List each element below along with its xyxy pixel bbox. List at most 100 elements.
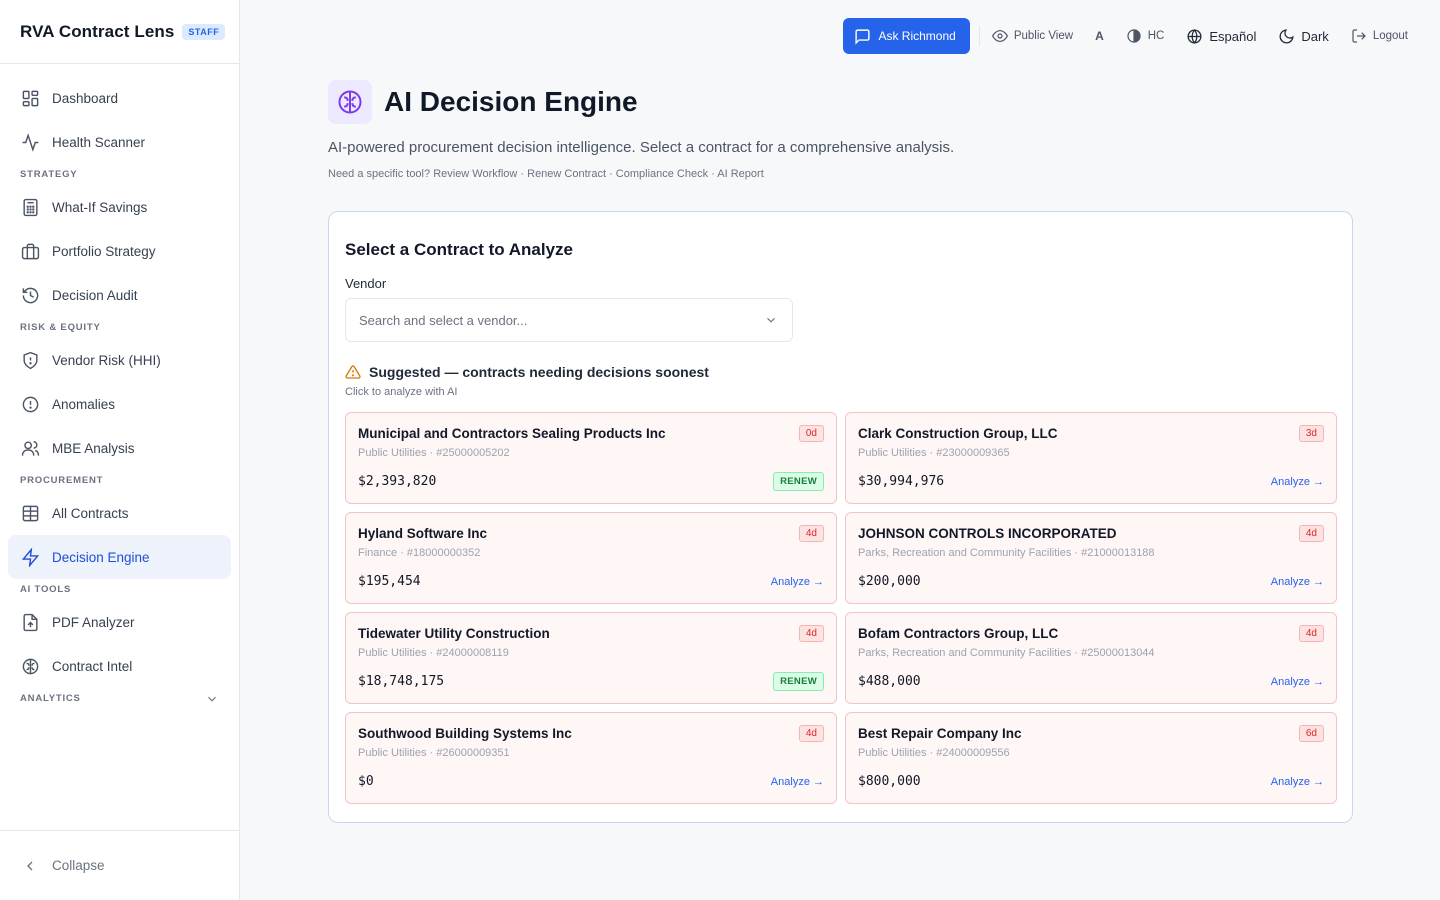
font-size-button[interactable]: A [1095,29,1104,43]
contract-card[interactable]: Bofam Contractors Group, LLC Parks, Recr… [845,612,1337,704]
logout-button[interactable]: Logout [1351,28,1408,44]
users-icon [20,438,40,458]
page-subtitle: AI-powered procurement decision intellig… [328,139,955,156]
contrast-icon [1126,28,1142,44]
contract-vendor: Southwood Building Systems Inc [358,726,572,741]
sidebar-item-pdf-analyzer[interactable]: PDF Analyzer [8,600,231,644]
contract-vendor: Tidewater Utility Construction [358,626,550,641]
sidebar-item-label: All Contracts [52,505,129,521]
days-badge: 4d [798,525,824,542]
sidebar-item-all-contracts[interactable]: All Contracts [8,491,231,535]
sidebar-item-label: Portfolio Strategy [52,243,156,259]
calculator-icon [20,197,40,217]
alert-circle-icon [20,394,40,414]
contract-card[interactable]: Clark Construction Group, LLC Public Uti… [845,412,1337,504]
analyze-link[interactable]: Analyze → [1271,576,1324,588]
topbar: Ask Richmond Public View A HC Español Da… [843,18,1408,54]
contract-value: $30,994,976 [858,474,945,489]
contract-value: $18,748,175 [358,674,445,689]
topbar-divider [978,26,980,46]
ask-richmond-label: Ask Richmond [878,29,956,43]
contract-value: $2,393,820 [358,474,437,489]
sidebar-item-contract-intel[interactable]: Contract Intel [8,644,231,688]
sidebar-item-what-if-savings[interactable]: What-If Savings [8,185,231,229]
contract-meta: Parks, Recreation and Community Faciliti… [858,647,1155,659]
language-label: Español [1209,28,1257,44]
sidebar-item-mbe-analysis[interactable]: MBE Analysis [8,426,231,470]
analyze-link[interactable]: Analyze → [771,776,824,788]
sidebar-item-dashboard[interactable]: Dashboard [8,76,231,120]
link-compliance-check[interactable]: Compliance Check [616,168,708,180]
card-title: Select a Contract to Analyze [345,240,573,259]
suggestions-subtitle: Click to analyze with AI [345,386,458,398]
logout-icon [1351,28,1367,44]
zap-icon [20,547,40,567]
contract-meta: Public Utilities · #26000009351 [358,747,510,759]
ask-richmond-button[interactable]: Ask Richmond [843,18,970,54]
sidebar-item-anomalies[interactable]: Anomalies [8,382,231,426]
contract-vendor: JOHNSON CONTROLS INCORPORATED [858,526,1117,541]
sidebar-item-vendor-risk[interactable]: Vendor Risk (HHI) [8,338,231,382]
page-header: AI Decision Engine [328,80,1353,124]
contract-card[interactable]: Tidewater Utility Construction Public Ut… [345,612,837,704]
sidebar-item-label: PDF Analyzer [52,614,135,630]
contract-card[interactable]: Hyland Software Inc Finance · #180000003… [345,512,837,604]
activity-icon [20,132,40,152]
sidebar-item-label: Decision Engine [52,549,150,565]
history-icon [20,285,40,305]
brain-icon [328,80,372,124]
sidebar-item-portfolio-strategy[interactable]: Portfolio Strategy [8,229,231,273]
table-icon [20,503,40,523]
brain-icon [20,656,40,676]
sidebar-item-decision-audit[interactable]: Decision Audit [8,273,231,317]
main-content: AI Decision Engine AI-powered procuremen… [328,80,1353,823]
high-contrast-button[interactable]: HC [1126,28,1164,44]
contract-meta: Public Utilities · #24000009556 [858,747,1010,759]
collapse-button[interactable]: Collapse [0,830,239,900]
contract-vendor: Municipal and Contractors Sealing Produc… [358,426,666,441]
contract-value: $800,000 [858,774,921,789]
sidebar-item-label: Health Scanner [52,134,146,150]
dark-mode-label: Dark [1301,28,1329,44]
warning-triangle-icon [345,364,361,380]
public-view-label: Public View [1013,30,1074,42]
contract-card[interactable]: Best Repair Company Inc Public Utilities… [845,712,1337,804]
renew-badge: RENEW [773,672,824,691]
page-title: AI Decision Engine [384,86,638,117]
sidebar-item-health-scanner[interactable]: Health Scanner [8,120,231,164]
analyze-link[interactable]: Analyze → [1271,476,1324,488]
link-ai-report[interactable]: AI Report [717,168,763,180]
language-button[interactable]: Español [1186,28,1256,45]
analyze-link[interactable]: Analyze → [771,576,824,588]
sidebar: RVA Contract Lens STAFF Dashboard Health… [0,0,240,900]
days-badge: 6d [1298,725,1324,742]
tool-links-prefix: Need a specific tool? [328,168,431,180]
contract-card[interactable]: Municipal and Contractors Sealing Produc… [345,412,837,504]
contract-meta: Public Utilities · #24000008119 [358,647,509,659]
vendor-select[interactable]: Search and select a vendor... [345,298,793,342]
contract-card[interactable]: JOHNSON CONTROLS INCORPORATED Parks, Rec… [845,512,1337,604]
vendor-select-placeholder: Search and select a vendor... [359,312,528,328]
globe-icon [1186,28,1203,45]
public-view-button[interactable]: Public View [991,28,1074,44]
dark-mode-button[interactable]: Dark [1278,28,1329,45]
eye-icon [991,28,1008,44]
suggestions-title: Suggested — contracts needing decisions … [369,364,709,380]
contract-card[interactable]: Southwood Building Systems Inc Public Ut… [345,712,837,804]
link-renew-contract[interactable]: Renew Contract [527,168,606,180]
section-analytics-toggle[interactable]: ANALYTICS [8,688,231,709]
sidebar-item-decision-engine[interactable]: Decision Engine [8,535,231,579]
layout-grid-icon [20,88,40,108]
analyze-link[interactable]: Analyze → [1271,776,1324,788]
chevron-down-icon [764,313,778,327]
contract-meta: Parks, Recreation and Community Faciliti… [858,547,1155,559]
section-analytics-label: ANALYTICS [20,693,81,704]
link-review-workflow[interactable]: Review Workflow [433,168,517,180]
brand-title[interactable]: RVA Contract Lens [20,22,174,42]
contract-meta: Public Utilities · #25000005202 [358,447,510,459]
chevron-down-icon [205,692,219,706]
contract-value: $200,000 [858,574,921,589]
analyze-link[interactable]: Analyze → [1271,676,1324,688]
section-ai-tools: AI TOOLS [20,584,72,595]
sidebar-item-label: Contract Intel [52,658,133,674]
